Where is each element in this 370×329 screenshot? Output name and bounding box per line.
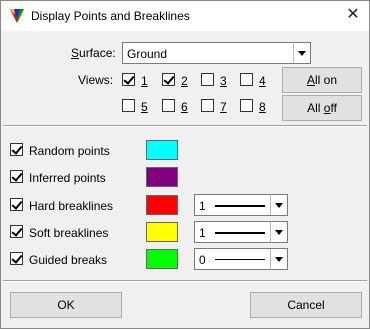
surface-label: Surface: [71,46,116,60]
views-label: Views: [78,73,114,87]
view-4-checkbox[interactable] [240,73,253,86]
chevron-down-icon[interactable] [270,249,287,269]
view-1-label: 1 [141,74,148,88]
ok-button[interactable]: OK [10,292,122,318]
all-on-label: All on [306,73,338,87]
ok-label: OK [57,298,75,312]
random-points-checkbox[interactable] [10,143,23,156]
soft-breaklines-weight-value: 1 [199,226,206,240]
soft-breaklines-label: Soft breaklines [29,226,109,240]
all-off-label: All off [307,101,337,115]
chevron-down-icon[interactable] [270,222,287,242]
cancel-button[interactable]: Cancel [250,292,362,318]
inferred-points-color-button[interactable] [146,167,178,187]
cancel-label: Cancel [287,298,325,312]
guided-breaks-label: Guided breaks [29,253,108,267]
view-3-label: 3 [220,74,227,88]
hard-breaklines-weight-select[interactable]: 1 [194,194,288,216]
hard-breaklines-color-button[interactable] [146,195,178,215]
hard-breaklines-weight-value: 1 [199,199,206,213]
all-off-button[interactable]: All off [282,95,362,121]
all-on-button[interactable]: All on [282,67,362,93]
guided-breaks-checkbox[interactable] [10,252,23,265]
line-weight-sample [215,232,265,234]
surface-select[interactable]: Ground [122,42,311,64]
app-logo-icon [10,9,24,23]
divider [3,125,367,127]
soft-breaklines-weight-select[interactable]: 1 [194,221,288,243]
view-4-label: 4 [259,74,266,88]
surface-value: Ground [127,47,168,61]
view-7-label: 7 [220,100,227,114]
soft-breaklines-color-button[interactable] [146,222,178,242]
window-title: Display Points and Breaklines [31,9,190,23]
view-2-label: 2 [181,74,188,88]
view-1-checkbox[interactable] [122,73,135,86]
hard-breaklines-checkbox[interactable] [10,198,23,211]
hard-breaklines-label: Hard breaklines [29,199,114,213]
divider [3,280,367,282]
title-bar: Display Points and Breaklines ✕ [1,1,369,31]
view-6-checkbox[interactable] [162,99,175,112]
line-weight-sample [215,259,265,260]
view-7-checkbox[interactable] [201,99,214,112]
guided-breaks-weight-select[interactable]: 0 [194,248,288,270]
inferred-points-label: Inferred points [29,171,106,185]
view-5-label: 5 [141,100,148,114]
view-3-checkbox[interactable] [201,73,214,86]
random-points-color-button[interactable] [146,140,178,160]
dialog-window: Display Points and Breaklines ✕ Surface:… [0,0,370,329]
random-points-label: Random points [29,144,110,158]
view-8-label: 8 [259,100,266,114]
view-2-checkbox[interactable] [162,73,175,86]
chevron-down-icon[interactable] [293,43,310,63]
chevron-down-icon[interactable] [270,195,287,215]
view-5-checkbox[interactable] [122,99,135,112]
guided-breaks-weight-value: 0 [199,253,206,267]
view-6-label: 6 [181,100,188,114]
soft-breaklines-checkbox[interactable] [10,225,23,238]
inferred-points-checkbox[interactable] [10,170,23,183]
line-weight-sample [215,205,265,207]
close-icon[interactable]: ✕ [341,4,365,28]
view-8-checkbox[interactable] [240,99,253,112]
guided-breaks-color-button[interactable] [146,249,178,269]
